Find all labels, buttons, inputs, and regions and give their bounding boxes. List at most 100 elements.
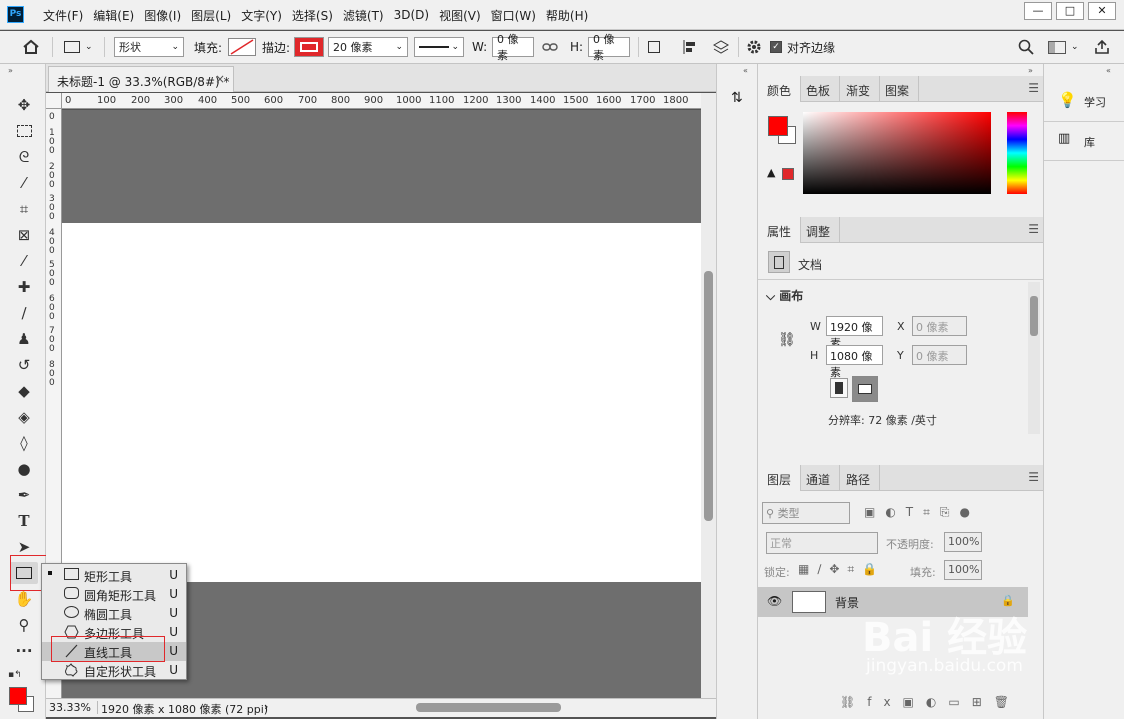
h-input[interactable]: 0 像素	[588, 33, 630, 62]
fill-swatch[interactable]	[228, 38, 256, 56]
history-brush-tool-icon[interactable]: ↺	[12, 354, 36, 376]
menu-type[interactable]: 文字(Y)	[236, 7, 287, 24]
tab-swatches[interactable]: 色板	[797, 76, 841, 102]
type-tool-icon[interactable]: T	[12, 510, 36, 532]
brush-tool-icon[interactable]: ∕	[12, 302, 36, 324]
visibility-eye-icon[interactable]: 👁	[767, 594, 782, 608]
tool-preset-picker[interactable]: ⌄	[64, 36, 93, 58]
align-edges-checkbox[interactable]: ✓ 对齐边缘	[770, 36, 835, 58]
eraser-tool-icon[interactable]: ◆	[12, 380, 36, 402]
canvas-y-input[interactable]: 0 像素	[912, 345, 967, 365]
move-tool-icon[interactable]: ✥	[12, 94, 36, 116]
hand-tool-icon[interactable]: ✋	[12, 588, 36, 610]
tab-color[interactable]: 颜色	[758, 76, 802, 102]
status-menu-arrow[interactable]: ›	[264, 700, 268, 713]
workspace-icon[interactable]: ⌄	[1048, 36, 1079, 58]
menu-filter[interactable]: 滤镜(T)	[338, 7, 389, 24]
panel-menu-icon[interactable]: ☰	[1028, 222, 1039, 236]
stroke-width-input[interactable]: 20 像素 ⌄	[328, 37, 408, 57]
layer-actions-bar[interactable]: ⛓fx▣◐▭⊞🗑	[840, 695, 1021, 709]
opacity-input[interactable]: 100%	[944, 532, 982, 552]
marquee-tool-icon[interactable]	[12, 120, 36, 142]
color-foreground-swatch[interactable]	[768, 116, 788, 136]
pen-tool-icon[interactable]: ✒	[12, 484, 36, 506]
default-colors-icon[interactable]: ▪↰	[8, 670, 22, 680]
healing-brush-tool-icon[interactable]: ✚	[12, 276, 36, 298]
collapse-arrow-icon[interactable]: »	[8, 66, 13, 76]
tab-channels[interactable]: 通道	[797, 465, 841, 491]
zoom-level[interactable]: 33.33%	[49, 701, 98, 714]
menu-3d[interactable]: 3D(D)	[389, 8, 434, 22]
ellipse-tool-item[interactable]: 椭圆工具 U	[42, 604, 186, 623]
eyedropper-tool-icon[interactable]: ⁄	[12, 250, 36, 272]
horizontal-scroll-thumb[interactable]	[416, 703, 561, 712]
fill-opacity-input[interactable]: 100%	[944, 560, 982, 580]
document-canvas[interactable]	[62, 223, 701, 582]
tab-patterns[interactable]: 图案	[876, 76, 920, 102]
foreground-color-swatch[interactable]	[9, 687, 27, 705]
gamut-swatch[interactable]	[782, 168, 794, 180]
minimize-button[interactable]: —	[1024, 2, 1052, 20]
stroke-swatch[interactable]	[294, 37, 324, 57]
menu-help[interactable]: 帮助(H)	[541, 7, 593, 24]
magic-wand-tool-icon[interactable]: ⁄	[12, 172, 36, 194]
gamut-warning-icon[interactable]: ▲	[767, 166, 775, 179]
canvas-section-header[interactable]: ⌵ 画布	[766, 287, 803, 304]
panel-menu-icon[interactable]: ☰	[1028, 470, 1039, 484]
shape-mode-select[interactable]: 形状 ⌄	[114, 37, 184, 57]
menu-select[interactable]: 选择(S)	[287, 7, 338, 24]
menu-view[interactable]: 视图(V)	[434, 7, 486, 24]
layer-filter-select[interactable]: ⚲ 类型	[762, 502, 850, 524]
vertical-scrollbar[interactable]	[701, 93, 716, 698]
zoom-tool-icon[interactable]: ⚲	[12, 614, 36, 636]
blur-tool-icon[interactable]: ◊	[12, 432, 36, 454]
canvas-width-input[interactable]: 1920 像素	[826, 316, 883, 350]
canvas-height-input[interactable]: 1080 像素	[826, 345, 883, 379]
tab-gradients[interactable]: 渐变	[837, 76, 881, 102]
lock-icons[interactable]: ▦∕✥⌗🔒	[798, 562, 885, 577]
history-icon[interactable]: ⇅	[731, 90, 743, 106]
document-tab[interactable]: 未标题-1 @ 33.3%(RGB/8#) * ×	[48, 66, 234, 92]
canvas-x-input[interactable]: 0 像素	[912, 316, 967, 336]
dodge-tool-icon[interactable]: ●	[12, 458, 36, 480]
stroke-type-select[interactable]: ⌄	[414, 37, 464, 57]
horizontal-ruler[interactable]: 0 100 200 300 400 500 600 700 800 900 10…	[62, 93, 701, 109]
blend-mode-select[interactable]: 正常	[766, 532, 878, 554]
frame-tool-icon[interactable]: ⊠	[12, 224, 36, 246]
vertical-scroll-thumb[interactable]	[704, 271, 713, 521]
collapse-arrow-icon[interactable]: »	[1028, 66, 1033, 76]
more-tools-icon[interactable]: ···	[12, 640, 36, 662]
library-button[interactable]: ▥ 库	[1052, 126, 1120, 156]
path-arrangement-icon[interactable]	[712, 36, 730, 58]
maximize-button[interactable]: □	[1056, 2, 1084, 20]
menu-image[interactable]: 图像(I)	[139, 7, 186, 24]
portrait-orientation-icon[interactable]	[830, 378, 848, 398]
menu-file[interactable]: 文件(F)	[38, 7, 88, 24]
home-icon[interactable]	[22, 36, 40, 58]
search-icon[interactable]	[1018, 36, 1034, 58]
collapse-arrow-icon[interactable]: «	[743, 66, 748, 76]
path-operations-icon[interactable]	[648, 36, 660, 58]
menu-layer[interactable]: 图层(L)	[186, 7, 236, 24]
menu-edit[interactable]: 编辑(E)	[88, 7, 139, 24]
gear-icon[interactable]	[746, 36, 762, 58]
layer-filter-icons[interactable]: ▣◐T⌗⎘●	[864, 505, 980, 520]
panel-menu-icon[interactable]: ☰	[1028, 81, 1039, 95]
w-input[interactable]: 0 像素	[492, 33, 534, 62]
hue-slider[interactable]	[1007, 112, 1027, 194]
custom-shape-tool-item[interactable]: 自定形状工具 U	[42, 661, 186, 680]
stamp-tool-icon[interactable]: ♟	[12, 328, 36, 350]
tab-layers[interactable]: 图层	[758, 465, 802, 491]
ruler-origin[interactable]	[46, 93, 62, 109]
link-proportions-icon[interactable]: ⛓	[778, 332, 796, 348]
collapse-arrow-icon[interactable]: «	[1106, 66, 1111, 76]
tab-properties[interactable]: 属性	[758, 217, 802, 243]
link-icon[interactable]	[542, 36, 558, 58]
tab-adjustments[interactable]: 调整	[797, 217, 841, 243]
paint-bucket-tool-icon[interactable]: ◈	[12, 406, 36, 428]
properties-scrollbar[interactable]	[1028, 282, 1040, 434]
close-button[interactable]: ✕	[1088, 2, 1116, 20]
close-tab-icon[interactable]: ×	[215, 72, 225, 86]
learn-button[interactable]: 💡 学习	[1052, 86, 1120, 116]
landscape-orientation-icon[interactable]	[852, 376, 878, 402]
